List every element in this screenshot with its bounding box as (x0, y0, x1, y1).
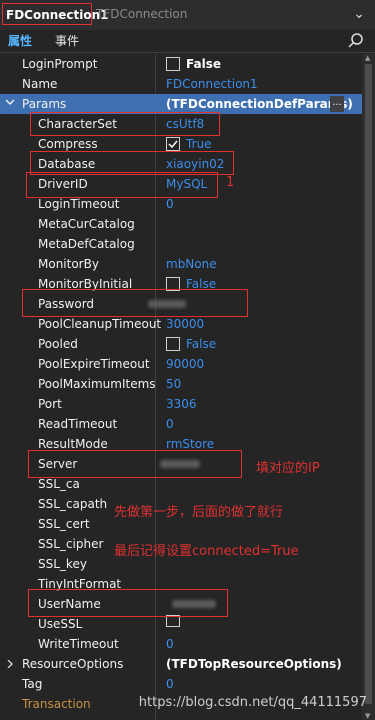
property-name: UseSSL (38, 617, 83, 631)
highlight-box-server (28, 450, 242, 478)
property-name: PoolExpireTimeout (38, 357, 150, 371)
property-name: ResourceOptions (22, 657, 124, 671)
row-monitorby[interactable]: MonitorBy mbNone (0, 254, 362, 274)
property-name: Name (22, 77, 58, 91)
property-value: (TFDConnectionDefParams) (166, 97, 353, 111)
property-name: ReadTimeout (38, 417, 118, 431)
scroll-down-icon[interactable]: ▼ (365, 712, 370, 720)
highlight-box-characterset (30, 112, 220, 136)
component-name: FDConnection1 (2, 3, 109, 25)
scrollbar-thumb[interactable] (365, 64, 372, 704)
row-metadefcatalog[interactable]: MetaDefCatalog (0, 234, 362, 254)
row-poolexpiretimeout[interactable]: PoolExpireTimeout 90000 (0, 354, 362, 374)
annotation-step-note: 先做第一步，后面的做了就行 (114, 505, 284, 520)
inspector-tabs: 属性 事件 (0, 30, 375, 53)
property-name: SSL_key (38, 557, 87, 571)
search-icon[interactable] (347, 32, 365, 50)
property-name: Port (38, 397, 62, 411)
component-selector[interactable]: FDConnection1 TFDConnection ⌄ (0, 0, 375, 30)
component-type: TFDConnection (96, 7, 188, 21)
row-resourceoptions[interactable]: ResourceOptions (TFDTopResourceOptions) (0, 654, 362, 674)
property-name: MetaCurCatalog (38, 217, 135, 231)
row-loginprompt[interactable]: LoginPrompt False (0, 54, 362, 74)
checkbox-checked[interactable] (166, 137, 180, 151)
property-value[interactable]: mbNone (166, 254, 217, 274)
property-value[interactable]: 30000 (166, 314, 204, 334)
property-name: SSL_cert (38, 517, 90, 531)
property-value[interactable]: 0 (166, 414, 174, 434)
property-name: PoolMaximumItems (38, 377, 156, 391)
scroll-up-icon[interactable]: ▲ (365, 54, 370, 62)
row-usessl[interactable]: UseSSL (0, 614, 362, 634)
annotation-number: 1 (226, 175, 235, 190)
row-poolcleanuptimeout[interactable]: PoolCleanupTimeout 30000 (0, 314, 362, 334)
tab-events[interactable]: 事件 (55, 30, 79, 52)
highlight-box-username (28, 589, 228, 617)
property-name: WriteTimeout (38, 637, 119, 651)
property-name: Params (22, 97, 67, 111)
row-metacurcatalog[interactable]: MetaCurCatalog (0, 214, 362, 234)
check-icon (168, 140, 178, 149)
property-value: False (186, 57, 221, 71)
tab-properties[interactable]: 属性 (8, 30, 32, 52)
checkbox[interactable] (166, 337, 180, 351)
property-value[interactable]: 0 (166, 674, 174, 694)
property-name: Transaction (22, 697, 91, 711)
highlight-box-driverid (26, 172, 218, 198)
property-value: (TFDTopResourceOptions) (166, 657, 342, 671)
property-value[interactable]: 50 (166, 374, 181, 394)
row-pooled[interactable]: Pooled False (0, 334, 362, 354)
row-readtimeout[interactable]: ReadTimeout 0 (0, 414, 362, 434)
chevron-down-icon[interactable]: ⌄ (353, 6, 365, 22)
expand-down-icon[interactable] (6, 98, 14, 106)
row-poolmaximumitems[interactable]: PoolMaximumItems 50 (0, 374, 362, 394)
annotation-ip-note: 填对应的IP (256, 461, 320, 476)
property-value[interactable]: 90000 (166, 354, 204, 374)
vertical-scrollbar[interactable]: ▲ ▼ (362, 54, 375, 720)
property-value: False (186, 337, 217, 351)
property-name: MetaDefCatalog (38, 237, 135, 251)
property-name: MonitorBy (38, 257, 99, 271)
highlight-box-password (22, 289, 248, 317)
property-name: LoginPrompt (22, 57, 98, 71)
property-name: Pooled (38, 337, 78, 351)
property-value[interactable]: 3306 (166, 394, 197, 414)
row-writetimeout[interactable]: WriteTimeout 0 (0, 634, 362, 654)
annotation-connected-note: 最后记得设置connected=True (114, 544, 299, 559)
property-name: SSL_capath (38, 497, 108, 511)
property-grid: LoginPrompt False Name FDConnection1 Par… (0, 54, 362, 720)
row-port[interactable]: Port 3306 (0, 394, 362, 414)
row-params[interactable]: Params (TFDConnectionDefParams) ... (0, 94, 362, 114)
row-tag[interactable]: Tag 0 (0, 674, 362, 694)
property-name: Tag (22, 677, 43, 691)
property-name: PoolCleanupTimeout (38, 317, 162, 331)
expand-right-icon[interactable] (6, 660, 14, 668)
property-value[interactable]: FDConnection1 (166, 74, 258, 94)
ellipsis-button[interactable]: ... (330, 96, 344, 112)
checkbox[interactable] (166, 57, 180, 71)
property-name: SSL_cipher (38, 537, 104, 551)
row-name[interactable]: Name FDConnection1 (0, 74, 362, 94)
property-value[interactable]: 0 (166, 634, 174, 654)
watermark: https://blog.csdn.net/qq_44111597 (138, 695, 367, 710)
